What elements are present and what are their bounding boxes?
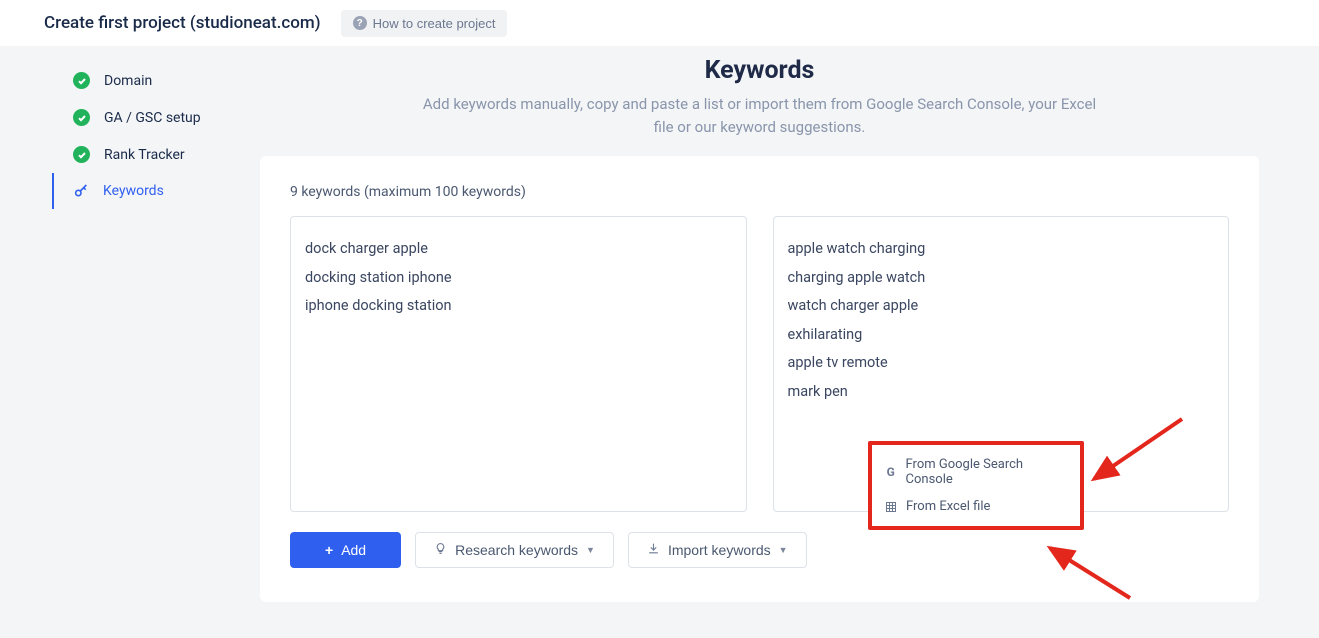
import-dropdown: G From Google Search Console From Excel … (868, 441, 1084, 530)
import-keywords-button[interactable]: Import keywords ▼ (628, 532, 807, 568)
add-button[interactable]: + Add (290, 532, 401, 568)
check-icon (73, 72, 90, 89)
sidebar-item-label: Domain (104, 73, 152, 89)
import-from-gsc[interactable]: G From Google Search Console (882, 451, 1070, 493)
import-gsc-label: From Google Search Console (906, 457, 1068, 487)
excel-icon (884, 501, 898, 513)
keyword-item[interactable]: apple tv remote (788, 349, 1215, 378)
keyword-item[interactable]: exhilarating (788, 321, 1215, 350)
sidebar-item-label: GA / GSC setup (104, 110, 201, 126)
page-title: Keywords (260, 56, 1259, 85)
help-button-label: How to create project (373, 16, 496, 31)
key-icon (72, 183, 89, 199)
wizard-sidebar: Domain GA / GSC setup Rank Tracker Keywo… (0, 46, 260, 638)
import-from-excel[interactable]: From Excel file (882, 493, 1070, 520)
top-bar: Create first project (studioneat.com) ? … (0, 0, 1319, 46)
add-button-label: Add (341, 542, 366, 558)
sidebar-item-domain[interactable]: Domain (50, 62, 260, 99)
download-icon (647, 542, 660, 558)
main-content: Keywords Add keywords manually, copy and… (260, 46, 1319, 638)
sidebar-item-rank-tracker[interactable]: Rank Tracker (50, 136, 260, 173)
lightbulb-icon (434, 542, 447, 558)
sidebar-item-label: Rank Tracker (104, 147, 185, 163)
keyword-item[interactable]: docking station iphone (305, 264, 732, 293)
keyword-list-left[interactable]: dock charger appledocking station iphone… (290, 216, 747, 512)
research-keywords-button[interactable]: Research keywords ▼ (415, 532, 614, 568)
keyword-item[interactable]: mark pen (788, 378, 1215, 407)
check-icon (73, 146, 90, 163)
google-icon: G (884, 465, 898, 479)
keyword-counter: 9 keywords (maximum 100 keywords) (290, 184, 1229, 200)
research-button-label: Research keywords (455, 542, 578, 558)
chevron-down-icon: ▼ (586, 545, 595, 555)
keyword-item[interactable]: apple watch charging (788, 235, 1215, 264)
keywords-card: 9 keywords (maximum 100 keywords) dock c… (260, 156, 1259, 602)
plus-icon: + (325, 542, 333, 558)
import-excel-label: From Excel file (906, 499, 990, 514)
help-button[interactable]: ? How to create project (341, 10, 508, 37)
sidebar-item-label: Keywords (103, 183, 164, 199)
page-subtitle: Add keywords manually, copy and paste a … (420, 93, 1100, 138)
sidebar-item-keywords[interactable]: Keywords (52, 173, 260, 209)
check-icon (73, 109, 90, 126)
page-breadcrumb: Create first project (studioneat.com) (44, 13, 321, 33)
help-icon: ? (353, 16, 367, 30)
sidebar-item-ga-gsc[interactable]: GA / GSC setup (50, 99, 260, 136)
chevron-down-icon: ▼ (779, 545, 788, 555)
keyword-item[interactable]: charging apple watch (788, 264, 1215, 293)
import-button-label: Import keywords (668, 542, 771, 558)
keyword-item[interactable]: iphone docking station (305, 292, 732, 321)
keyword-item[interactable]: dock charger apple (305, 235, 732, 264)
keyword-item[interactable]: watch charger apple (788, 292, 1215, 321)
